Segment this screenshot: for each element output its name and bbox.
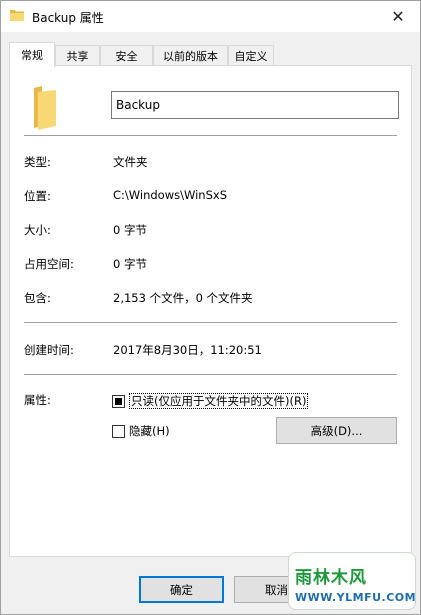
created-value[interactable]: 2017年8月30日，11:20:51 — [113, 342, 262, 358]
type-value[interactable]: 文件夹 — [113, 154, 148, 170]
size-label: 大小: — [24, 223, 51, 237]
advanced-button[interactable]: 高级(D)... — [276, 417, 397, 444]
size-on-disk-value[interactable]: 0 字节 — [113, 256, 147, 272]
title-bar[interactable]: Backup 属性 ✕ — [1, 1, 420, 32]
contains-value[interactable]: 2,153 个文件，0 个文件夹 — [113, 290, 253, 306]
separator — [24, 135, 397, 136]
contains-label: 包含: — [24, 291, 51, 305]
folder-icon — [34, 86, 56, 130]
hidden-checkbox[interactable] — [112, 425, 125, 438]
readonly-checkbox[interactable] — [112, 395, 125, 408]
ok-button[interactable]: 确定 — [139, 576, 224, 603]
tab-previous-versions[interactable]: 以前的版本 — [153, 45, 228, 66]
readonly-label[interactable]: 只读(仅应用于文件夹中的文件)(R) — [129, 393, 309, 409]
tab-customize[interactable]: 自定义 — [228, 45, 274, 66]
separator — [24, 374, 397, 375]
hidden-label[interactable]: 隐藏(H) — [129, 423, 170, 439]
tab-security[interactable]: 安全 — [100, 45, 153, 66]
tab-general[interactable]: 常规 — [9, 42, 55, 67]
watermark-url: WWW.YLMFU.COM — [295, 591, 417, 604]
close-button[interactable]: ✕ — [376, 1, 420, 32]
properties-dialog: Backup 属性 ✕ 常规 共享 安全 以前的版本 自定义 类型: 文件夹 位 — [0, 0, 421, 615]
size-value[interactable]: 0 字节 — [113, 222, 147, 238]
size-on-disk-label: 占用空间: — [24, 257, 74, 271]
tab-sharing[interactable]: 共享 — [55, 45, 100, 66]
location-value[interactable]: C:\Windows\WinSxS — [113, 188, 227, 202]
watermark-title: 雨林木风 — [295, 568, 367, 588]
folder-name-input[interactable] — [111, 91, 399, 119]
location-label: 位置: — [24, 189, 51, 203]
created-label: 创建时间: — [24, 343, 74, 357]
watermark-logo: 雨林木风 WWW.YLMFU.COM — [288, 552, 416, 610]
separator — [24, 322, 397, 323]
window-title: Backup 属性 — [32, 11, 104, 25]
general-panel: 类型: 文件夹 位置: C:\Windows\WinSxS 大小: 0 字节 占… — [9, 65, 412, 557]
type-label: 类型: — [24, 155, 51, 169]
folder-icon — [10, 10, 24, 21]
close-icon: ✕ — [391, 7, 405, 26]
attributes-label: 属性: — [24, 393, 51, 407]
